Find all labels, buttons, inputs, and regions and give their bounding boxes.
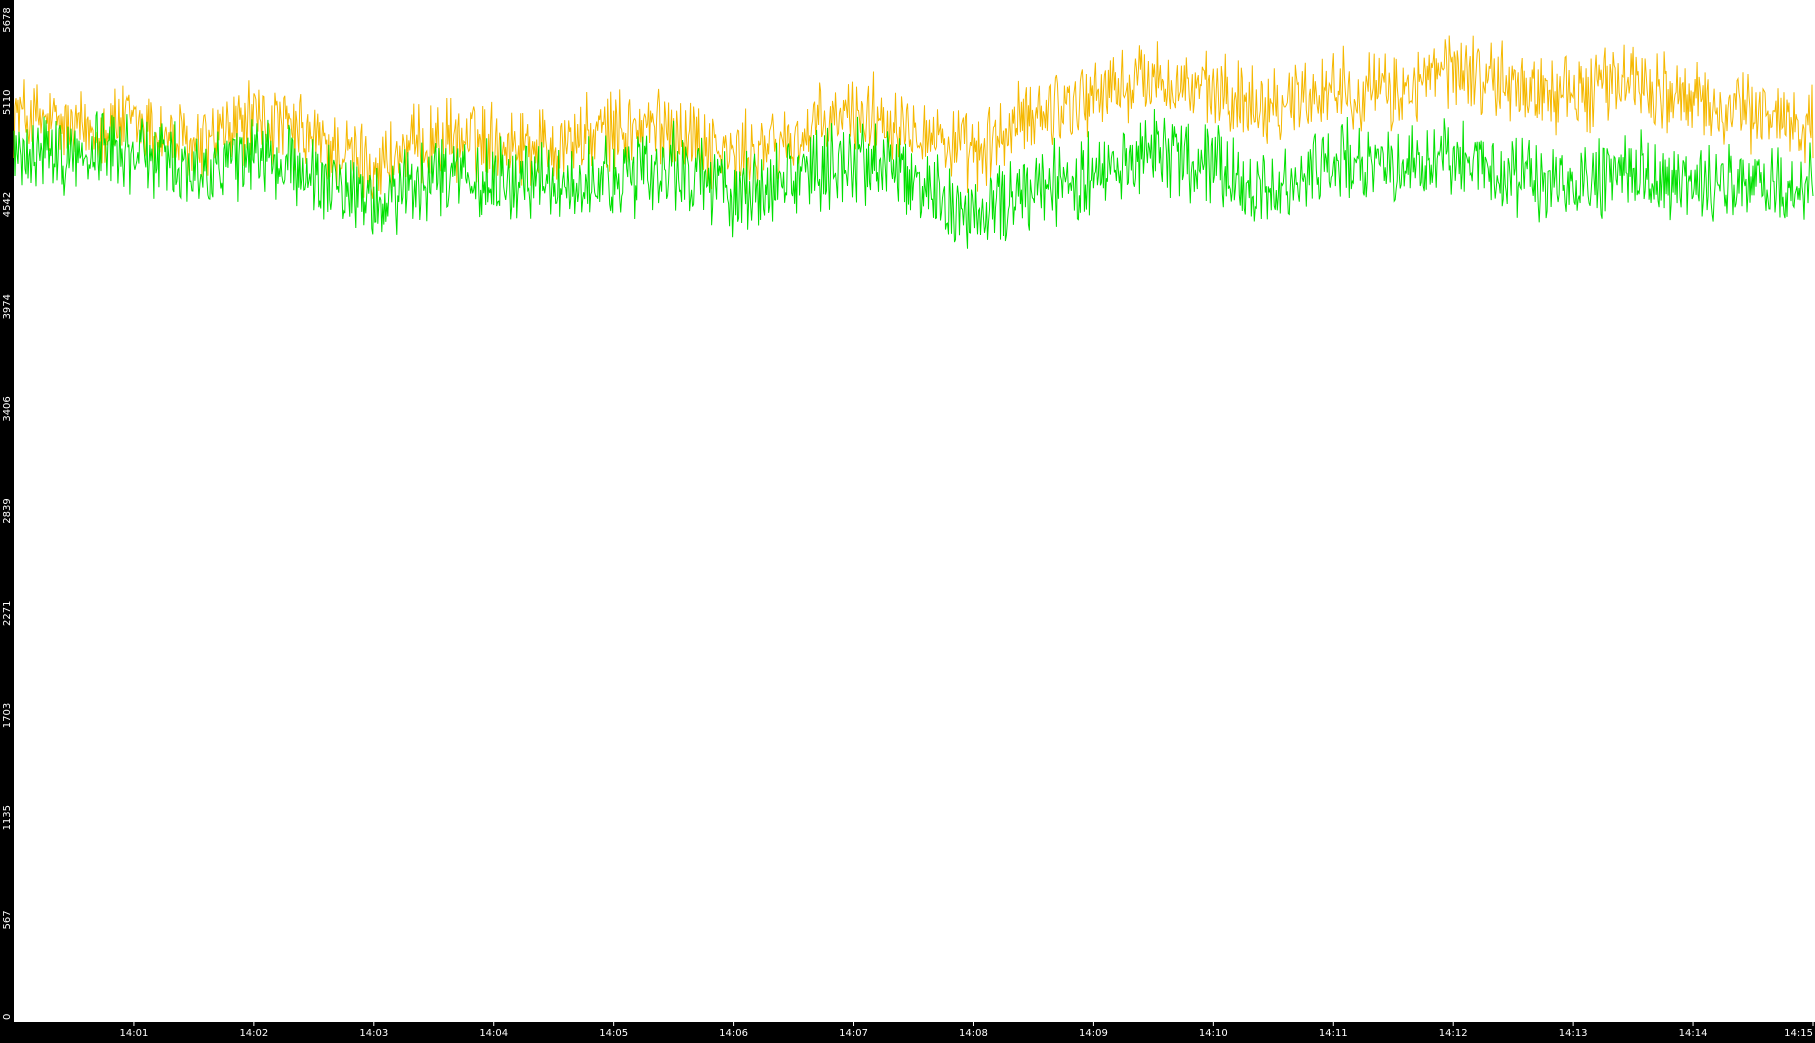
y-tick-label: 3974 [2,294,13,319]
y-tick-label: 4542 [2,192,13,217]
x-tick-label: 14:10 [1199,1028,1228,1039]
x-tick-label: 14:12 [1439,1028,1468,1039]
x-tick-label: 14:03 [359,1028,388,1039]
y-tick-label: 1135 [2,805,13,830]
y-tick-label: 567 [2,910,13,929]
y-tick-label: 0 [2,1014,13,1020]
x-tick-label: 14:04 [479,1028,508,1039]
x-tick-label: 14:08 [959,1028,988,1039]
chart: 0 567 1135 1703 2271 2839 3406 3974 4542 5110 5678… [0,0,1815,1039]
y-tick-label: 2839 [2,498,13,523]
x-tick-label: 14:11 [1319,1028,1348,1039]
x-tick-label: 14:07 [839,1028,868,1039]
y-tick-label: 5678 [2,7,13,32]
y-tick-label: 1703 [2,703,13,728]
plot-area [14,0,1815,1022]
x-tick-label: 14:09 [1079,1028,1108,1039]
x-tick-label: 14:13 [1559,1028,1588,1039]
y-tick-label: 5110 [2,90,13,115]
x-tick-label: 14:06 [719,1028,748,1039]
x-tick-label: 14:02 [239,1028,268,1039]
x-tick-label: 14:05 [599,1028,628,1039]
chart-svg: 0 567 1135 1703 2271 2839 3406 3974 4542 5110 5678… [2,0,1815,1039]
y-tick-label: 2271 [2,601,13,626]
x-axis: 14:01 14:02 14:03 14:04 14:05 14:06 14:07 14:08… [120,1022,1814,1039]
y-axis: 0 567 1135 1703 2271 2839 3406 3974 4542 5110 5678 [2,7,13,1020]
x-tick-label: 14:14 [1679,1028,1708,1039]
x-tick-label: 14:15 [1784,1028,1813,1039]
x-tick-label: 14:01 [120,1028,149,1039]
y-tick-label: 3406 [2,396,13,421]
